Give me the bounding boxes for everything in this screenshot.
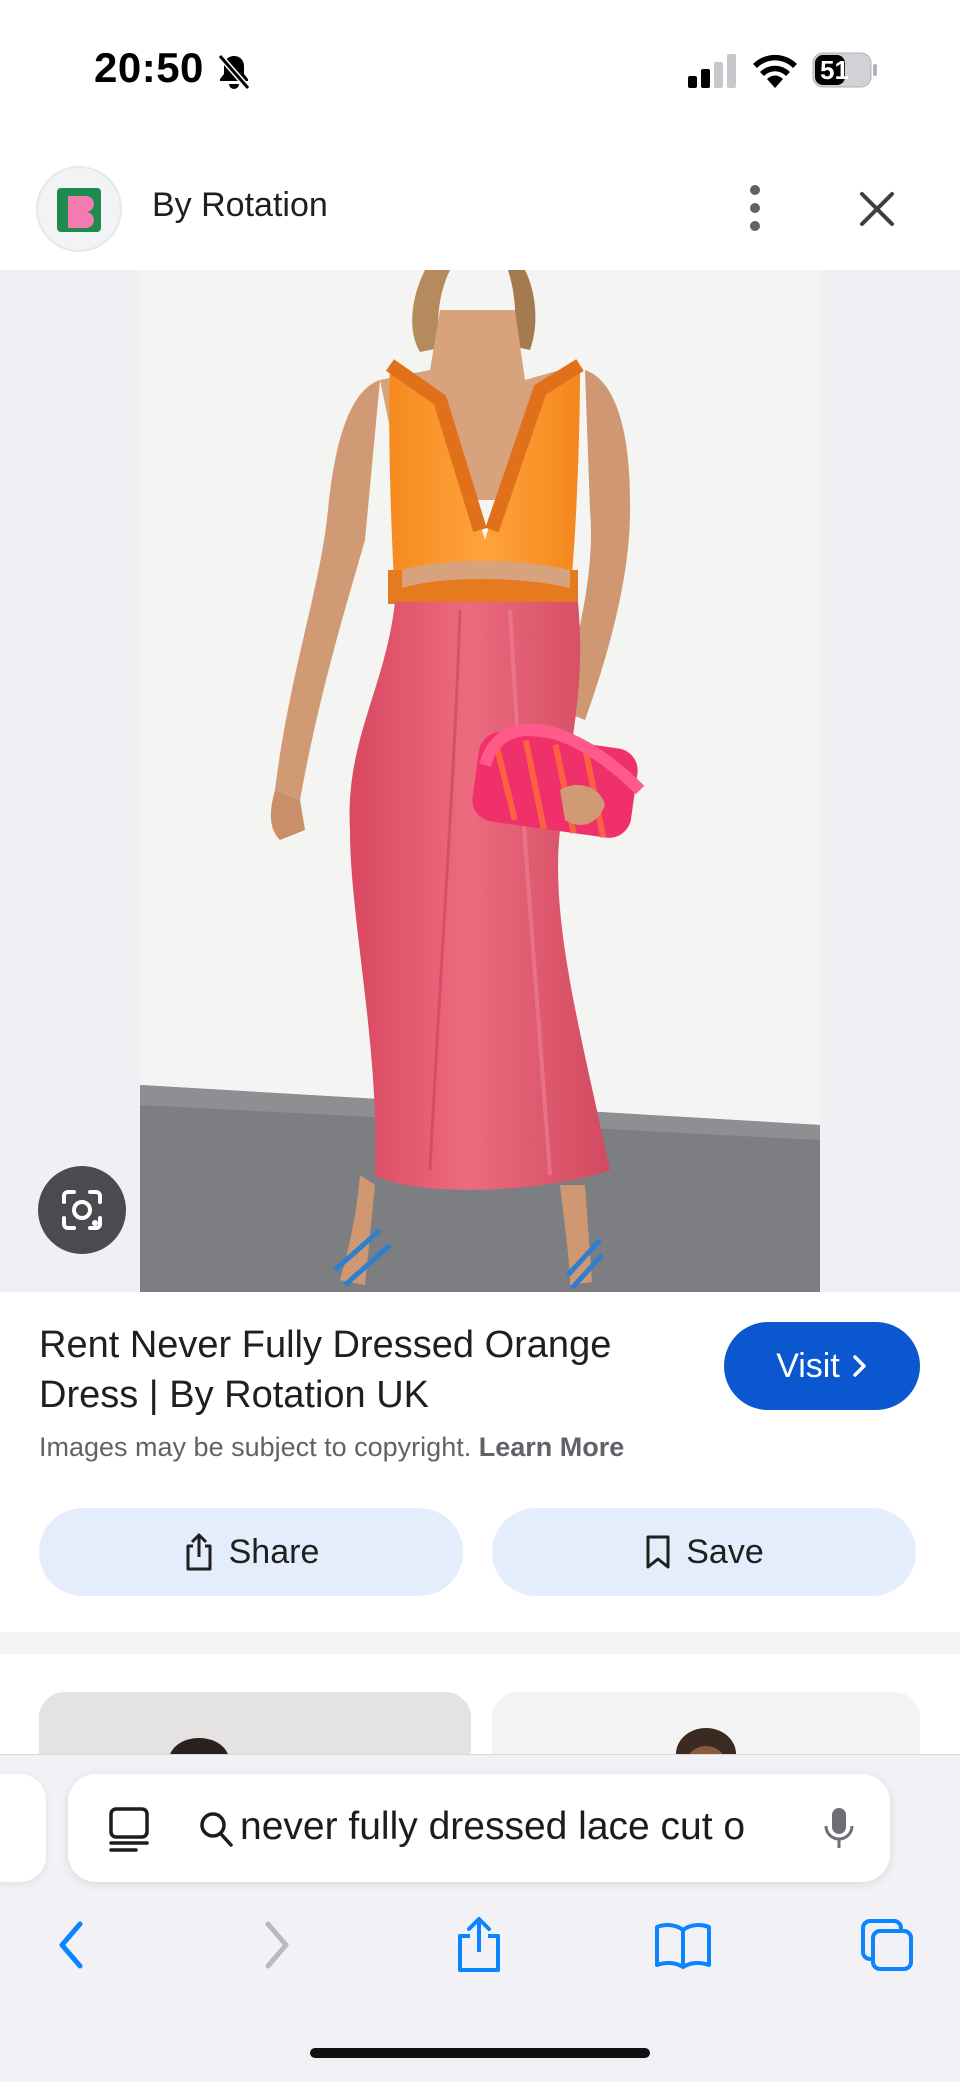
previous-tab-edge[interactable] (0, 1774, 46, 1882)
forward-icon (265, 1921, 289, 1969)
tabs-icon (861, 1919, 913, 1971)
search-icon (200, 1812, 233, 1847)
section-divider (0, 1632, 960, 1654)
visit-label: Visit (776, 1346, 840, 1385)
share-button[interactable]: Share (39, 1508, 463, 1596)
bookmarks-icon (655, 1923, 711, 1969)
save-label: Save (686, 1532, 764, 1571)
result-title[interactable]: Rent Never Fully Dressed Orange Dress | … (39, 1320, 699, 1420)
back-button[interactable] (36, 1910, 106, 1980)
source-header (0, 140, 960, 270)
share-icon (186, 1533, 212, 1571)
share-icon (458, 1917, 500, 1972)
battery-level: 51 (820, 55, 849, 85)
more-vert-icon (750, 185, 760, 231)
learn-more-link[interactable]: Learn More (479, 1432, 625, 1462)
bell-slash-icon (217, 54, 251, 90)
battery-icon: 51 (812, 52, 878, 88)
product-image[interactable] (140, 270, 820, 1292)
close-icon (860, 192, 894, 226)
chevron-right-icon (853, 1355, 866, 1377)
reader-icon[interactable] (108, 1806, 152, 1852)
copyright-text: Images may be subject to copyright. (39, 1432, 472, 1462)
save-button[interactable]: Save (492, 1508, 916, 1596)
share-label: Share (228, 1532, 320, 1571)
wifi-icon (753, 54, 797, 88)
tabs-button[interactable] (852, 1910, 922, 1980)
bookmark-icon (646, 1535, 670, 1569)
status-time: 20:50 (94, 44, 204, 91)
mic-icon[interactable] (822, 1806, 856, 1852)
close-button[interactable] (846, 178, 908, 240)
lens-search-button[interactable] (38, 1166, 126, 1254)
more-options-button[interactable] (730, 176, 780, 240)
back-icon (59, 1921, 83, 1969)
browser-share-button[interactable] (444, 1910, 514, 1980)
copyright-notice: Images may be subject to copyright. Lear… (39, 1432, 624, 1463)
visit-button[interactable]: Visit (724, 1322, 920, 1410)
forward-button[interactable] (242, 1910, 312, 1980)
site-name[interactable]: By Rotation (152, 186, 328, 225)
bookmarks-button[interactable] (648, 1910, 718, 1980)
home-indicator (310, 2048, 650, 2058)
signal-icon (688, 54, 736, 88)
site-logo[interactable] (38, 168, 120, 250)
address-field-text[interactable]: never fully dressed lace cut o (240, 1805, 780, 1849)
lens-icon (62, 1190, 102, 1230)
